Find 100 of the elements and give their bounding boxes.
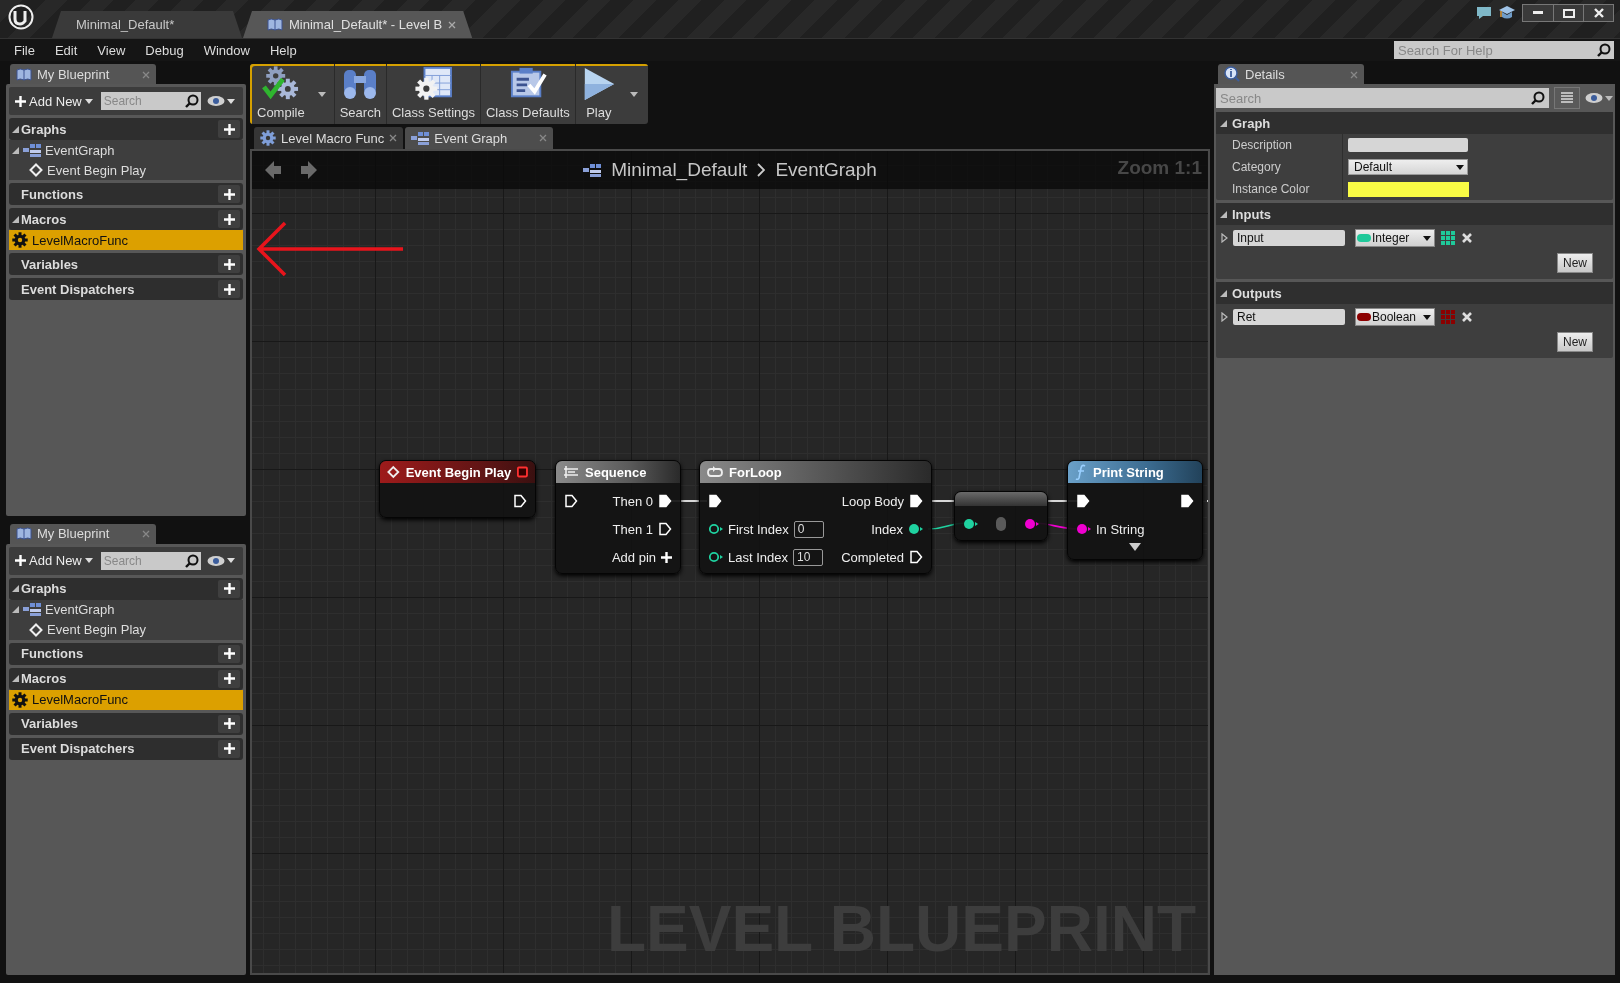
document-tab[interactable]: Level Macro Func (254, 127, 404, 149)
menu-item[interactable]: View (87, 42, 136, 58)
add-button[interactable] (218, 210, 240, 228)
add-new-button[interactable]: Add New (13, 93, 95, 109)
new-button[interactable]: New (1557, 253, 1593, 273)
color-swatch[interactable] (1348, 181, 1469, 197)
expanded-triangle-icon (12, 585, 19, 592)
breadcrumb-item[interactable]: Minimal_Default (611, 159, 748, 181)
menu-item[interactable]: Window (193, 42, 260, 58)
graph-icon (23, 603, 41, 616)
conversion-pill-icon (996, 517, 1006, 531)
view-options-button[interactable] (206, 554, 235, 567)
section-header[interactable]: Variables (9, 253, 243, 275)
tree-item[interactable]: Event Begin Play (9, 160, 243, 180)
window-tab[interactable]: Minimal_Default* - Level B (243, 11, 473, 38)
graph-icon (583, 163, 602, 177)
add-button[interactable] (218, 280, 240, 298)
section-header[interactable]: Event Dispatchers (9, 278, 243, 300)
panel-tab[interactable]: My Blueprint (10, 523, 156, 544)
pin-label: Completed (841, 549, 904, 565)
section-header[interactable]: Graphs (9, 577, 243, 600)
pin-value-field[interactable]: 0 (793, 520, 824, 538)
add-button[interactable] (218, 185, 240, 203)
blueprint-node[interactable]: Print String In String (1067, 460, 1203, 560)
section-header[interactable]: Outputs (1216, 282, 1613, 304)
search-field[interactable]: Search (100, 92, 201, 110)
view-options-button[interactable] (1585, 92, 1613, 104)
toolbar-button[interactable]: Search (334, 64, 386, 124)
blueprint-node[interactable]: ForLoop Loop Body First Index 0 Index Last Index 10 Completed (699, 460, 932, 574)
expanded-triangle-icon (12, 146, 19, 154)
close-icon (142, 530, 150, 538)
diamond-icon (29, 622, 43, 637)
dropdown[interactable]: Default (1348, 159, 1468, 175)
toolbar-button[interactable]: Class Settings (386, 64, 480, 124)
add-button[interactable] (218, 644, 240, 663)
expanded-triangle-icon (12, 606, 19, 613)
add-new-button[interactable]: Add New (13, 553, 95, 568)
type-dropdown[interactable]: Boolean (1355, 308, 1435, 326)
add-button[interactable] (218, 255, 240, 273)
search-field[interactable]: Search (1216, 88, 1549, 108)
view-options-button[interactable] (206, 95, 235, 107)
search-field[interactable]: Search (100, 551, 201, 570)
section-title: Macros (21, 211, 67, 227)
blueprint-node[interactable] (954, 491, 1048, 541)
close-button[interactable] (1583, 5, 1613, 21)
section-header[interactable]: Inputs (1216, 203, 1613, 225)
add-button[interactable] (218, 739, 240, 758)
add-button[interactable] (218, 579, 240, 598)
property-label: Description (1231, 138, 1294, 152)
menu-item[interactable]: Edit (44, 42, 88, 58)
section-header[interactable]: Macros (9, 667, 243, 690)
caret-icon (1456, 164, 1464, 170)
tree-item[interactable]: EventGraph (9, 599, 243, 620)
menu-item[interactable]: Help (259, 42, 307, 58)
menu-item[interactable]: File (4, 42, 45, 58)
section-header[interactable]: Variables (9, 712, 243, 735)
property-label: Category (1231, 160, 1282, 174)
help-search-field[interactable]: Search For Help (1394, 41, 1614, 59)
window-tab[interactable]: Minimal_Default* (52, 11, 242, 38)
menu-item[interactable]: Debug (135, 42, 194, 58)
breadcrumb-item[interactable]: EventGraph (775, 159, 877, 181)
section-header[interactable]: Functions (9, 642, 243, 665)
plus-icon (223, 673, 235, 684)
pin-label: First Index (728, 521, 789, 537)
tree-item[interactable]: Event Begin Play (9, 619, 243, 640)
book-icon (16, 67, 32, 81)
section-header[interactable]: Functions (9, 183, 243, 205)
property-label: Instance Color (1231, 182, 1311, 196)
close-icon (389, 134, 398, 142)
panel-tab[interactable]: My Blueprint (10, 64, 156, 84)
section-header[interactable]: Event Dispatchers (9, 737, 243, 760)
tree-item[interactable]: LevelMacroFunc (9, 689, 243, 710)
tree-item[interactable]: EventGraph (9, 140, 243, 160)
new-button[interactable]: New (1557, 332, 1593, 352)
name-field[interactable]: Input (1233, 230, 1345, 246)
blueprint-node[interactable]: Sequence Then 0 Then 1 Add pin (555, 460, 681, 574)
blueprint-node[interactable]: Event Begin Play (379, 460, 536, 518)
pin-value-field[interactable]: 10 (793, 548, 823, 566)
section-header[interactable]: Graph (1216, 112, 1613, 134)
maximize-icon (1562, 8, 1575, 18)
document-tab[interactable]: Event Graph (405, 127, 554, 149)
add-button[interactable] (218, 669, 240, 688)
toolbar-button[interactable]: Play (575, 64, 622, 124)
gear-icon (260, 130, 276, 146)
maximize-button[interactable] (1553, 5, 1583, 21)
toolbar-button[interactable]: Class Defaults (481, 64, 575, 124)
pin-label: In String (1096, 521, 1145, 537)
panel-tab[interactable]: Details (1218, 64, 1364, 84)
add-button[interactable] (218, 120, 240, 138)
text-field[interactable] (1348, 138, 1468, 152)
name-field[interactable]: Ret (1233, 309, 1345, 325)
add-button[interactable] (218, 714, 240, 733)
type-dropdown[interactable]: Integer (1355, 229, 1435, 247)
list-view-button[interactable] (1554, 87, 1580, 109)
section-title: Inputs (1232, 206, 1271, 222)
tree-item[interactable]: LevelMacroFunc (9, 230, 243, 250)
minimize-button[interactable] (1523, 5, 1553, 21)
toolbar-button[interactable]: Compile (252, 64, 310, 124)
section-header[interactable]: Graphs (9, 118, 243, 140)
section-header[interactable]: Macros (9, 208, 243, 230)
